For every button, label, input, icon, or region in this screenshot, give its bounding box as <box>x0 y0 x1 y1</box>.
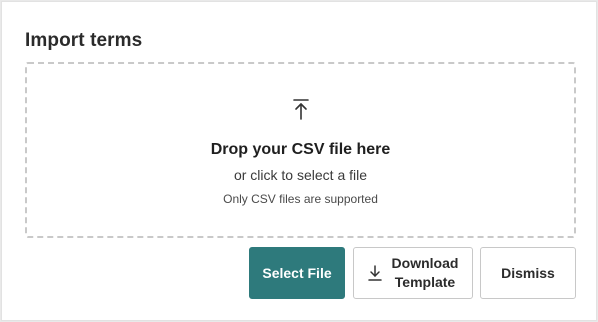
upload-arrow-icon <box>292 99 309 120</box>
csv-dropzone[interactable]: Drop your CSV file here or click to sele… <box>25 62 576 238</box>
dropzone-subtitle: or click to select a file <box>233 167 368 183</box>
download-icon <box>367 265 382 281</box>
dropzone-title: Drop your CSV file here <box>210 141 391 158</box>
panel-title: Import terms <box>25 30 143 51</box>
dismiss-button[interactable]: Dismiss <box>480 247 576 299</box>
select-file-button[interactable]: Select File <box>249 247 345 299</box>
download-label-line2: Template <box>394 274 456 290</box>
dropzone-note: Only CSV files are supported <box>223 192 378 206</box>
download-label-line1: Download <box>391 255 459 271</box>
download-template-label: Download Template <box>392 254 459 292</box>
download-template-button[interactable]: Download Template <box>353 247 473 299</box>
import-panel: Import terms Drop your CSV file here or … <box>1 1 597 321</box>
